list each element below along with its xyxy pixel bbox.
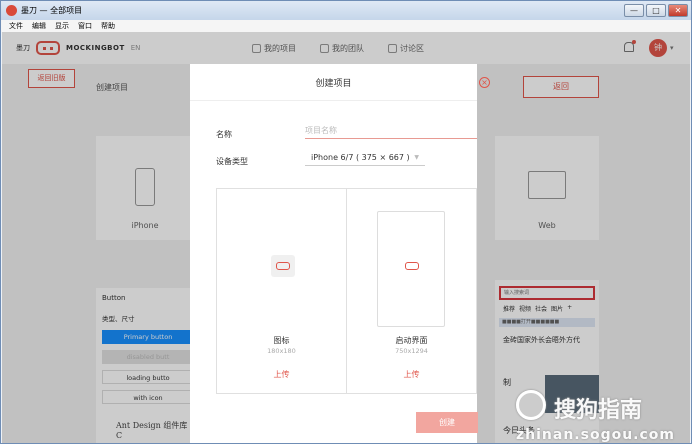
app-window: 墨刀 — 全部项目 — □ ✕ 文件 编辑 显示 窗口 帮助 墨刀 MOCKIN…	[0, 0, 692, 444]
minimize-button[interactable]: —	[624, 4, 644, 17]
menu-bar: 文件 编辑 显示 窗口 帮助	[1, 20, 691, 32]
device-type-label: 设备类型	[216, 157, 248, 166]
watermark-text: 搜狗指南	[554, 398, 643, 423]
logo-icon	[276, 262, 290, 270]
watermark-url: zhinan.sogou.com	[516, 427, 675, 443]
close-icon[interactable]: ×	[479, 77, 490, 88]
maximize-button[interactable]: □	[646, 4, 666, 17]
menu-edit[interactable]: 编辑	[32, 21, 46, 31]
create-project-dialog: 创建项目 × 名称 设备类型 iPhone 6/7 ( 375 × 667 ) …	[190, 64, 490, 443]
close-window-button[interactable]: ✕	[668, 4, 688, 17]
dialog-header: 创建项目	[190, 64, 477, 101]
sogou-watermark: 搜狗指南 zhinan.sogou.com	[516, 382, 686, 443]
menu-view[interactable]: 显示	[55, 21, 69, 31]
name-label: 名称	[216, 130, 232, 139]
menu-file[interactable]: 文件	[9, 21, 23, 31]
menu-window[interactable]: 窗口	[78, 21, 92, 31]
device-type-value: iPhone 6/7 ( 375 × 667 )	[311, 153, 410, 162]
icon-upload-size: 180x180	[267, 347, 296, 355]
menu-help[interactable]: 帮助	[101, 21, 115, 31]
launch-upload-size: 750x1294	[395, 347, 428, 355]
icon-preview	[271, 255, 295, 277]
app-icon-upload-area[interactable]: 图标 180x180 上传	[216, 188, 347, 394]
logo-icon	[405, 262, 419, 270]
title-bar: 墨刀 — 全部项目 — □ ✕	[1, 1, 691, 20]
dialog-title: 创建项目	[315, 79, 352, 89]
icon-upload-button[interactable]: 上传	[217, 369, 346, 380]
project-name-input[interactable]	[305, 122, 477, 139]
launch-upload-button[interactable]: 上传	[347, 369, 476, 380]
app-icon	[6, 5, 17, 16]
create-button[interactable]: 创建	[416, 412, 478, 433]
launch-upload-title: 启动界面	[395, 336, 428, 345]
icon-upload-title: 图标	[273, 336, 290, 345]
launch-screen-upload-area[interactable]: 启动界面 750x1294 上传	[347, 188, 477, 394]
sogou-logo-icon	[516, 390, 546, 420]
app-content: 墨刀 MOCKINGBOT EN 我的项目 我的团队 讨论区 钟 ▾ 返回旧版 …	[2, 32, 690, 443]
window-title: 墨刀 — 全部项目	[21, 6, 83, 15]
device-type-select[interactable]: iPhone 6/7 ( 375 × 667 ) ▼	[305, 149, 425, 166]
launch-screen-preview	[377, 211, 445, 327]
chevron-down-icon: ▼	[414, 154, 419, 161]
